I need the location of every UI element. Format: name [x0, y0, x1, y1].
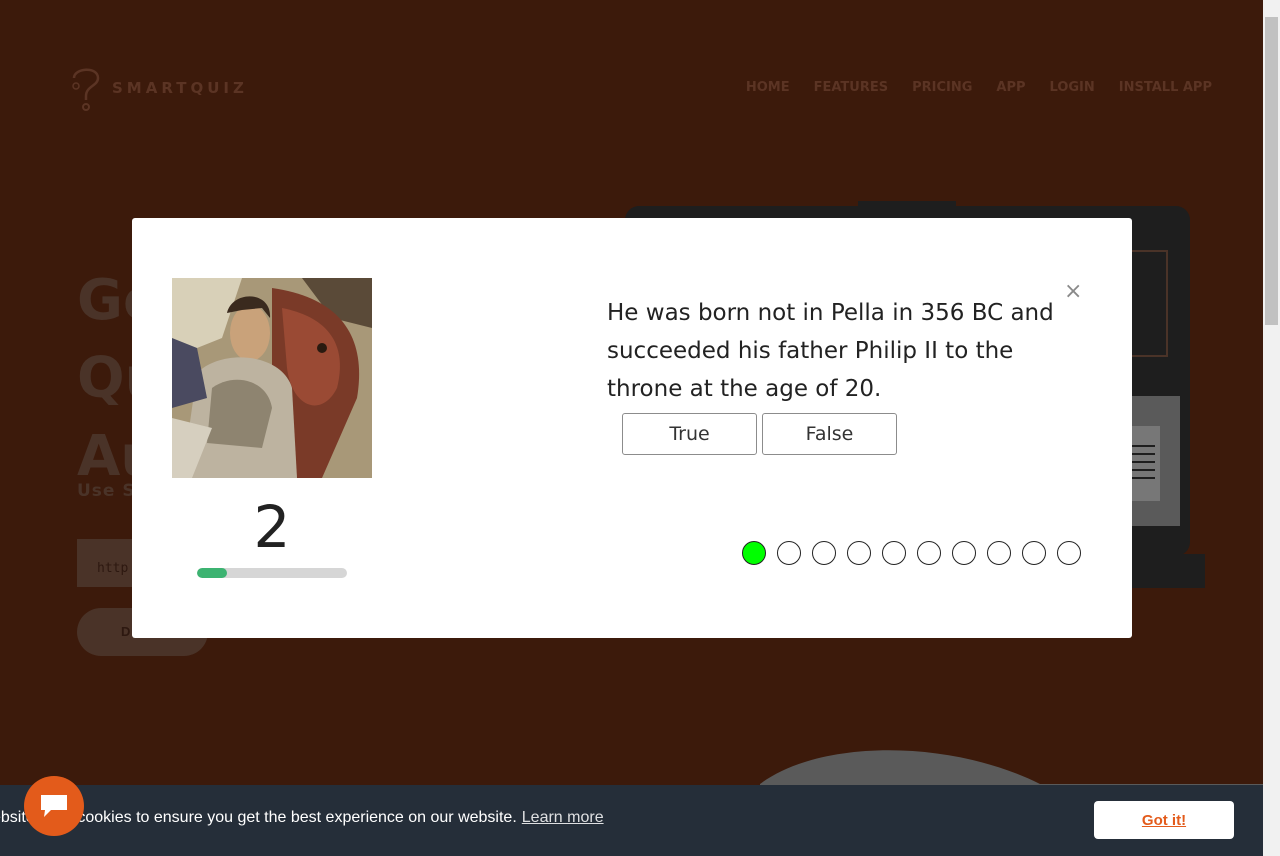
cookie-message-row: ebsite uses cookies to ensure you get th… [0, 809, 700, 827]
question-counter: 2 [253, 493, 291, 561]
quiz-image [172, 278, 372, 478]
progress-dot[interactable] [812, 541, 836, 565]
cookie-accept-button[interactable]: Got it! [1094, 801, 1234, 839]
learn-more-link[interactable]: Learn more [522, 809, 604, 826]
progress-dot[interactable] [917, 541, 941, 565]
chat-button[interactable] [24, 776, 84, 836]
progress-dot[interactable] [1022, 541, 1046, 565]
answer-false-button[interactable]: False [762, 413, 897, 455]
timer-progress-fill [197, 568, 227, 578]
page-scrollbar[interactable] [1263, 0, 1280, 856]
progress-dot[interactable] [952, 541, 976, 565]
scrollbar-thumb[interactable] [1265, 17, 1278, 325]
chat-bubble-icon [41, 795, 67, 817]
progress-dot[interactable] [742, 541, 766, 565]
close-icon[interactable]: × [1064, 281, 1082, 303]
progress-dot[interactable] [882, 541, 906, 565]
question-text: He was born not in Pella in 356 BC and s… [607, 300, 1054, 402]
progress-dot[interactable] [1057, 541, 1081, 565]
cookie-banner: ebsite uses cookies to ensure you get th… [0, 785, 1263, 856]
progress-dot[interactable] [987, 541, 1011, 565]
answer-true-button[interactable]: True [622, 413, 757, 455]
timer-progress-bar [197, 568, 347, 578]
quiz-modal: 2 He was born not in Pella in 356 BC and… [132, 218, 1132, 638]
progress-dot[interactable] [847, 541, 871, 565]
progress-dot[interactable] [777, 541, 801, 565]
question-progress-dots [742, 541, 1081, 565]
